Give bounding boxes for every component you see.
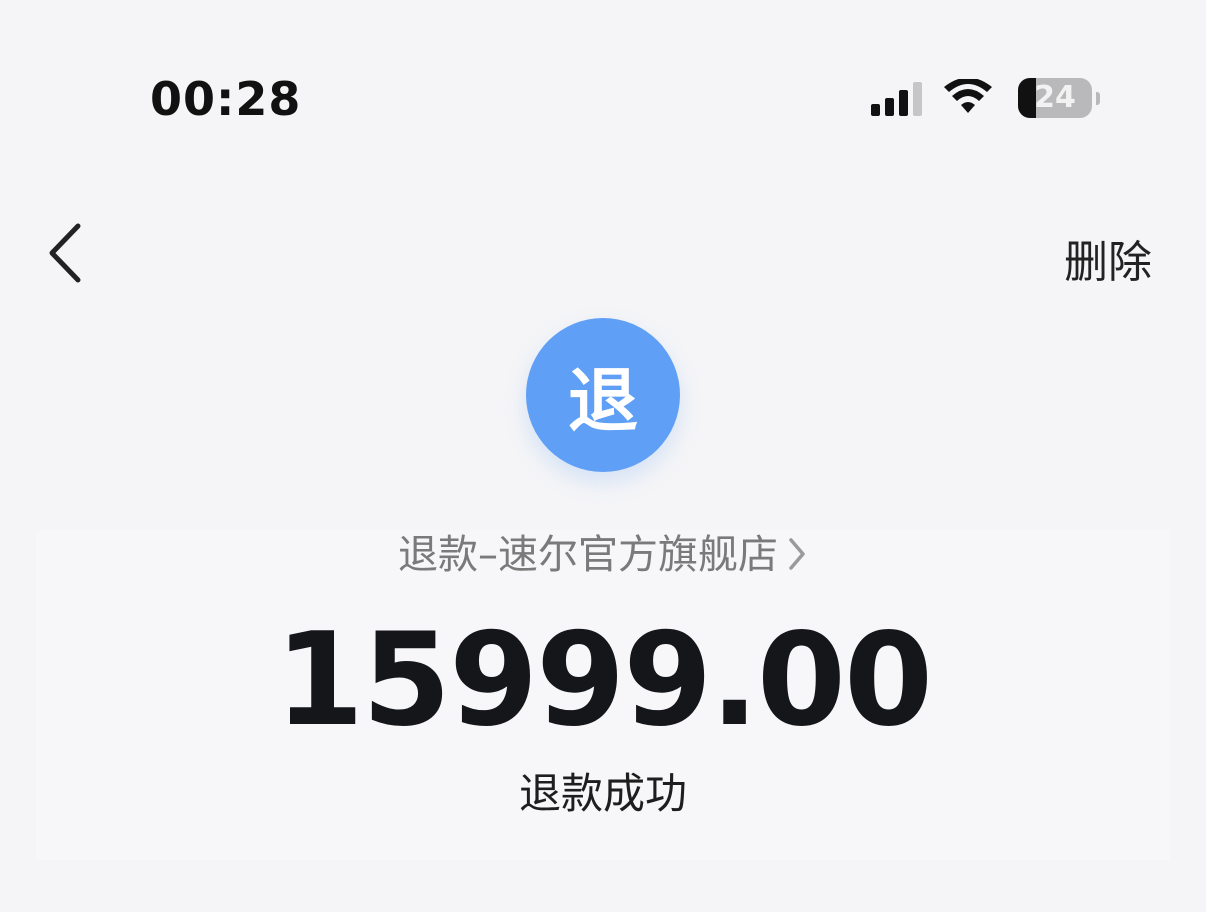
chevron-right-icon <box>789 538 805 570</box>
chevron-left-icon <box>49 223 81 283</box>
battery-cap <box>1096 91 1100 105</box>
refund-detail-screen: 00:28 24 删除 退 退款–速尔官方旗舰店 15999.00 退款成功 <box>0 0 1206 912</box>
battery-level-text: 24 <box>1034 80 1076 115</box>
battery-icon: 24 <box>1018 78 1092 118</box>
wifi-icon <box>944 79 992 113</box>
status-icons: 24 <box>871 76 1100 120</box>
refund-status: 退款成功 <box>518 769 687 818</box>
signal-icon <box>871 80 922 116</box>
refund-amount: 15999.00 <box>274 606 933 755</box>
refund-avatar: 退 <box>526 318 680 472</box>
merchant-link[interactable]: 退款–速尔官方旗舰店 <box>0 522 1206 580</box>
status-time: 00:28 <box>150 72 302 126</box>
merchant-label: 退款–速尔官方旗舰店 <box>398 532 778 578</box>
delete-button[interactable]: 删除 <box>1064 226 1152 290</box>
back-button[interactable] <box>38 222 94 284</box>
